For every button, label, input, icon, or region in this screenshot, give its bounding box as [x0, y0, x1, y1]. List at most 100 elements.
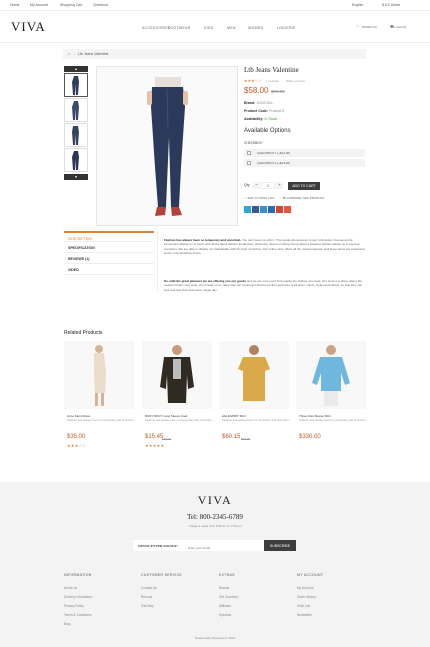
related-product-rating: ★★★☆☆ [67, 443, 87, 448]
footer-link[interactable]: Terms & Conditions [64, 613, 92, 617]
home-icon[interactable]: ⌂ [68, 51, 70, 56]
footer-link[interactable]: Newsletter [297, 613, 312, 617]
thumbnail[interactable] [64, 148, 88, 172]
cart-icon[interactable]: ⛟ [390, 24, 395, 30]
subscribe-button[interactable]: SUBSCRIBE [264, 540, 296, 551]
more-share-icon[interactable] [284, 206, 291, 213]
breadcrumb: ⌂ › Ltb Jeans Valentine [63, 49, 366, 59]
description-paragraph-2: So, with the great pleasure we are offer… [164, 279, 366, 292]
heart-icon[interactable]: ♡ [356, 24, 360, 29]
thumbnail[interactable] [64, 98, 88, 122]
footer-link[interactable]: About Us [64, 586, 77, 590]
top-bar: Home My Account Shopping Cart Checkout E… [0, 0, 430, 11]
availability-label: Availability: [244, 117, 264, 121]
related-product-image[interactable] [219, 341, 289, 409]
required-marker: * [261, 141, 265, 145]
footer-link[interactable]: Specials [219, 613, 231, 617]
copyright: Powered By OpenCart © 2016 [194, 636, 236, 640]
wishlist-button[interactable]: ♡ ADD TO WISH LIST [244, 196, 274, 200]
footer-link[interactable]: Blog [64, 622, 70, 626]
nav-kids[interactable]: KIDS [204, 26, 213, 30]
qty-input[interactable]: 1 [261, 182, 275, 189]
related-product-image[interactable] [142, 341, 212, 409]
cart-link[interactable]: Cart (0) [396, 25, 406, 29]
qty-increase-button[interactable]: + [276, 182, 283, 189]
checkbox-option[interactable]: CHECKBOX 2 (+$13.00) [244, 159, 365, 167]
logo[interactable]: VIVA [11, 19, 46, 35]
related-product-old-price: $30.00 [162, 437, 172, 441]
nav-footwear[interactable]: FOOTWEAR [168, 26, 191, 30]
write-review-link[interactable]: Write a review [286, 79, 305, 83]
nav-lingerie[interactable]: LINGERIE [277, 26, 296, 30]
facebook-icon[interactable] [252, 206, 259, 213]
footer-link[interactable]: My Account [297, 586, 313, 590]
product-old-price: $75.00 [271, 89, 285, 94]
footer-link[interactable]: Brands [219, 586, 229, 590]
brand-value[interactable]: JUDICOLL [256, 101, 273, 105]
share-icon[interactable] [268, 206, 275, 213]
related-product-image[interactable] [64, 341, 134, 409]
brand-label: Brand: [244, 101, 256, 105]
checkbox[interactable] [247, 161, 251, 165]
tab-video[interactable]: VIDEO [64, 264, 154, 275]
footer-link[interactable]: Delivery Information [64, 595, 92, 599]
footer-logo[interactable]: VIVA [0, 493, 430, 508]
product-main-image[interactable] [96, 66, 238, 226]
newsletter-email-input[interactable] [185, 540, 264, 551]
footer-link[interactable]: Privacy Policy [64, 604, 84, 608]
topbar-checkout-link[interactable]: Checkout [93, 3, 108, 7]
footer-col-title: EXTRAS [219, 573, 235, 577]
footer-link[interactable]: Gift Vouchers [219, 595, 238, 599]
footer-col-title: INFORMATION [64, 573, 92, 577]
code-label: Product Code: [244, 109, 269, 113]
topbar-cart-link[interactable]: Shopping Cart [60, 3, 82, 7]
description-paragraph-1: Fashion has always been so temporary and… [164, 238, 366, 255]
checkbox[interactable] [247, 151, 251, 155]
footer-link[interactable]: Order History [297, 595, 316, 599]
compare-label: COMPARE THIS PRODUCT [286, 196, 325, 200]
linkedin-icon[interactable] [260, 206, 267, 213]
nav-women[interactable]: WOMEN [248, 26, 263, 30]
related-product-image[interactable] [296, 341, 366, 409]
related-product-price: $35.00 [67, 434, 86, 440]
footer-link[interactable]: Returns [141, 595, 152, 599]
related-product-price: $15.45 [145, 434, 164, 440]
brand-row: Brand: JUDICOLL [244, 101, 273, 105]
related-title: Related Products [64, 330, 103, 336]
qty-decrease-button[interactable]: − [253, 182, 260, 189]
product-title: Ltb Jeans Valentine [244, 66, 299, 74]
topbar-account-link[interactable]: My Account [30, 3, 48, 7]
breadcrumb-current[interactable]: Ltb Jeans Valentine [78, 52, 109, 56]
nav-accessories[interactable]: ACCESSORIES [142, 26, 171, 30]
footer-phone: Tel: 800-2345-6789 [187, 513, 243, 521]
footer-link[interactable]: Wish List [297, 604, 310, 608]
chevron-up-icon[interactable]: ▴ [64, 66, 88, 72]
language-select[interactable]: English [352, 3, 363, 7]
wishlist-link[interactable]: Wishlist (0) [362, 25, 377, 29]
reviews-link[interactable]: 1 reviews [266, 79, 279, 83]
footer-link[interactable]: Contact Us [141, 586, 157, 590]
tab-reviews[interactable]: REVIEWS (1) [64, 253, 154, 264]
tab-specification[interactable]: SPECIFICATION [64, 242, 154, 253]
compare-button[interactable]: ⇄ COMPARE THIS PRODUCT [283, 196, 325, 200]
footer-link[interactable]: Affiliates [219, 604, 231, 608]
topbar-home-link[interactable]: Home [10, 3, 19, 7]
footer-col-title: CUSTOMER SERVICE [141, 573, 183, 577]
related-product-desc: Fashion has always been so temporary and… [145, 418, 214, 422]
add-to-cart-button[interactable]: ADD TO CART [288, 182, 320, 190]
footer-hours: 7 Days a week from 9:00 am to 7:00 pm [188, 524, 242, 528]
currency-select[interactable]: $ US Dollar [382, 3, 400, 7]
tab-description[interactable]: DESCRIPTION [64, 231, 154, 242]
checkbox-option[interactable]: CHECKBOX 1 (+$12.00) [244, 149, 365, 157]
breadcrumb-separator: › [74, 52, 75, 56]
thumbnail[interactable] [64, 73, 88, 97]
thumbnail[interactable] [64, 123, 88, 147]
checkbox-option-label: CHECKBOX 1 (+$12.00) [257, 151, 291, 155]
nav-men[interactable]: MEN [227, 26, 236, 30]
google-plus-icon[interactable] [276, 206, 283, 213]
footer-col-title: MY ACCOUNT [297, 573, 324, 577]
related-product-price: $330.00 [299, 434, 321, 440]
chevron-down-icon[interactable]: ▾ [64, 174, 88, 180]
twitter-icon[interactable] [244, 206, 251, 213]
footer-link[interactable]: Site Map [141, 604, 154, 608]
